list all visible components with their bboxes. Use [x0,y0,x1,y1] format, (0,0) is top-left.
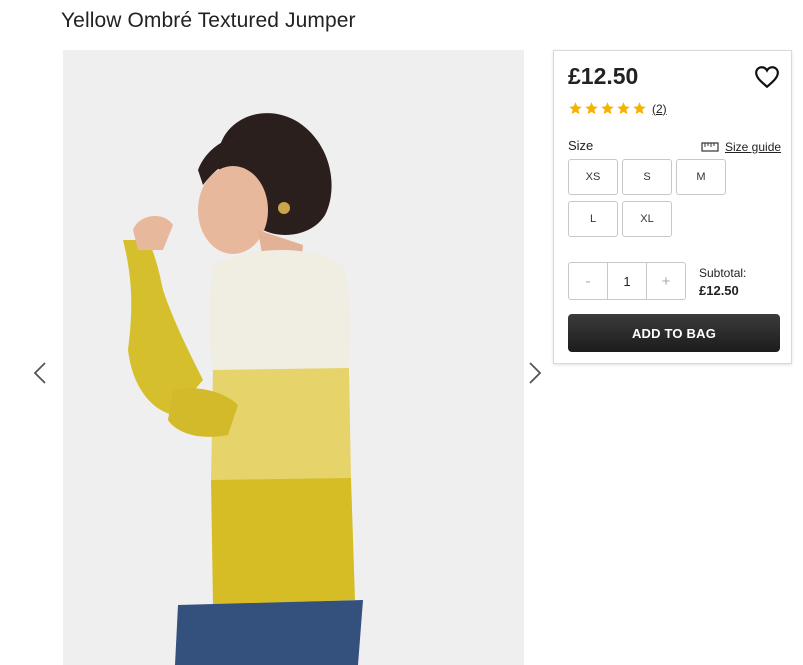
ruler-icon [701,142,719,152]
size-option-l[interactable]: L [568,201,618,237]
subtotal-amount: £12.50 [699,283,739,298]
chevron-left-icon [33,362,46,384]
product-image-gallery[interactable] [63,50,524,665]
size-option-s[interactable]: S [622,159,672,195]
heart-icon [755,66,779,89]
star-icon [569,102,582,115]
size-label: Size [568,138,594,153]
rating-stars[interactable]: (2) [568,101,667,116]
quantity-value[interactable]: 1 [607,263,647,299]
star-icon [601,102,614,115]
next-image-button[interactable] [523,358,547,388]
quantity-decrease-button[interactable]: - [569,263,607,299]
chevron-right-icon [529,362,542,384]
star-icon [585,102,598,115]
size-option-m[interactable]: M [676,159,726,195]
subtotal: Subtotal: £12.50 [699,265,746,299]
product-photo [63,50,524,665]
add-to-bag-button[interactable]: ADD TO BAG [568,314,780,352]
quantity-stepper: - 1 + [568,262,686,300]
star-icon [633,102,646,115]
product-price: £12.50 [568,63,639,89]
star-icon [617,102,630,115]
product-title: Yellow Ombré Textured Jumper [61,9,356,32]
subtotal-label: Subtotal: [699,266,747,280]
size-option-xs[interactable]: XS [568,159,618,195]
wishlist-button[interactable] [754,64,780,90]
size-guide-link[interactable]: Size guide [701,140,781,154]
review-count-link[interactable]: (2) [652,102,667,116]
quantity-increase-button[interactable]: + [647,263,685,299]
size-option-xl[interactable]: XL [622,201,672,237]
size-guide-label: Size guide [725,140,782,154]
purchase-panel: £12.50 (2) Size Size guide XS S M L XL -… [553,50,792,364]
previous-image-button[interactable] [28,358,52,388]
